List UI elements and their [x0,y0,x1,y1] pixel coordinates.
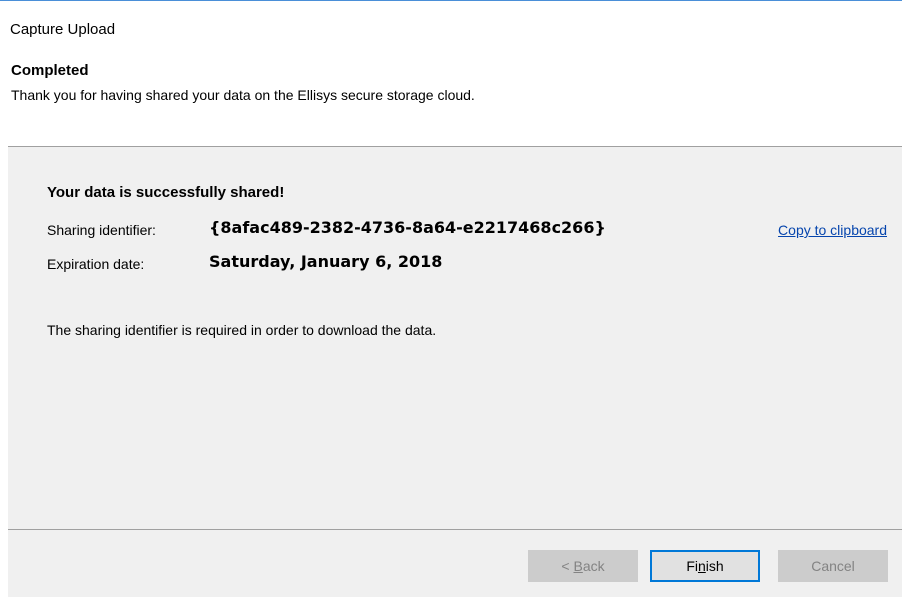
page-heading: Completed [11,62,89,79]
back-button-mnemonic: B [573,558,583,574]
finish-button-prefix: Fi [686,558,698,574]
sharing-identifier-label: Sharing identifier: [47,222,156,238]
sharing-identifier-value: {8afac489-2382-4736-8a64-e2217468c266} [209,218,606,237]
success-message: Your data is successfully shared! [47,184,285,201]
back-button[interactable]: < Back [528,550,638,582]
finish-button-suffix: ish [705,558,724,574]
copy-to-clipboard-link[interactable]: Copy to clipboard [778,221,887,239]
expiration-date-value: Saturday, January 6, 2018 [209,252,443,271]
back-button-prefix: < [561,558,574,574]
wizard-footer [8,530,902,597]
finish-button[interactable]: Finish [650,550,760,582]
window-title: Capture Upload [10,21,116,38]
capture-upload-dialog: Capture Upload Completed Thank you for h… [0,0,902,597]
wizard-header [0,1,902,146]
identifier-note: The sharing identifier is required in or… [47,322,437,338]
page-subtitle: Thank you for having shared your data on… [11,87,475,103]
expiration-date-label: Expiration date: [47,256,145,272]
back-button-suffix: ack [582,558,605,574]
cancel-button[interactable]: Cancel [778,550,888,582]
finish-button-mnemonic: n [697,558,706,574]
